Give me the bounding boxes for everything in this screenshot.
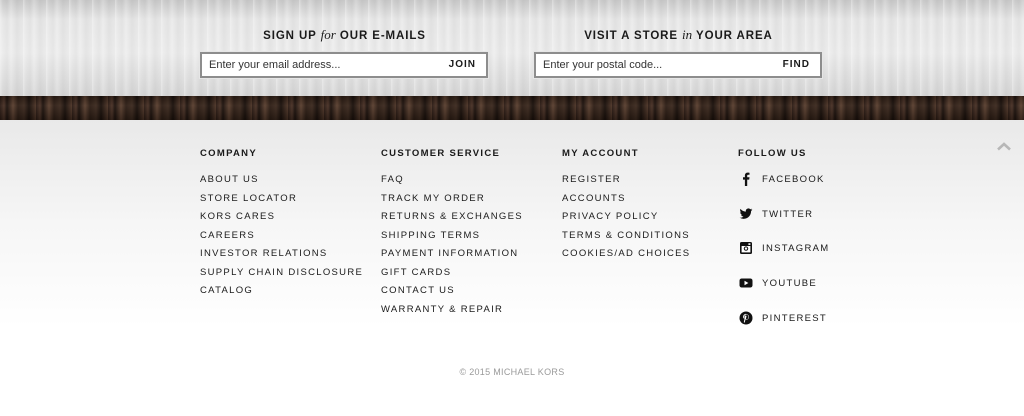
customer-service-column: CUSTOMER SERVICE FAQ TRACK MY ORDER RETU… (381, 149, 523, 323)
footer-link-register[interactable]: REGISTER (562, 175, 690, 194)
email-signup: SIGN UP for OUR E-MAILS JOIN (200, 27, 489, 78)
find-button[interactable]: FIND (773, 54, 820, 76)
join-button[interactable]: JOIN (439, 54, 486, 76)
twitter-icon (739, 207, 753, 221)
footer-link-returns[interactable]: RETURNS & EXCHANGES (381, 212, 523, 231)
footer-link-track-order[interactable]: TRACK MY ORDER (381, 193, 523, 213)
follow-us-heading: FOLLOW US (738, 148, 807, 159)
my-account-heading: MY ACCOUNT (562, 148, 639, 159)
footer: COMPANY ABOUT US STORE LOCATOR KORS CARE… (0, 120, 1024, 416)
postal-code-field[interactable] (536, 54, 766, 76)
youtube-label: YOUTUBE (762, 278, 818, 290)
footer-link-kors-cares[interactable]: KORS CARES (200, 212, 363, 231)
footer-link-contact-us[interactable]: CONTACT US (381, 286, 523, 305)
instagram-icon (739, 241, 753, 255)
footer-link-investor-relations[interactable]: INVESTOR RELATIONS (200, 249, 363, 268)
footer-link-accounts[interactable]: ACCOUNTS (562, 193, 690, 213)
twitter-label: TWITTER (762, 208, 814, 220)
store-finder: VISIT A STORE in YOUR AREA FIND (534, 27, 823, 78)
youtube-icon (739, 276, 753, 290)
footer-link-careers[interactable]: CAREERS (200, 230, 363, 250)
social-link-pinterest[interactable]: PINTEREST (738, 311, 829, 348)
social-link-twitter[interactable]: TWITTER (738, 207, 829, 244)
email-field-wrapper: JOIN (200, 52, 488, 78)
footer-link-payment-info[interactable]: PAYMENT INFORMATION (381, 249, 523, 268)
social-link-instagram[interactable]: INSTAGRAM (738, 241, 830, 278)
footer-link-supply-chain[interactable]: SUPPLY CHAIN DISCLOSURE (200, 267, 363, 287)
follow-us-column: FOLLOW US FACEBOOK TWITTER INSTAGRAM YOU… (738, 149, 829, 347)
footer-link-faq[interactable]: FAQ (381, 175, 523, 194)
facebook-label: FACEBOOK (762, 174, 825, 185)
footer-link-gift-cards[interactable]: GIFT CARDS (381, 267, 523, 287)
postal-code-field-wrapper: FIND (534, 52, 822, 78)
wood-divider (0, 96, 1024, 120)
footer-link-catalog[interactable]: CATALOG (200, 286, 363, 305)
copyright: © 2015 MICHAEL KORS (459, 367, 565, 377)
company-heading: COMPANY (200, 148, 257, 159)
customer-service-heading: CUSTOMER SERVICE (381, 148, 501, 159)
email-signup-title: SIGN UP for OUR E-MAILS (263, 27, 426, 43)
email-field[interactable] (202, 54, 432, 76)
footer-link-cookies[interactable]: COOKIES/AD CHOICES (562, 249, 690, 268)
footer-link-about-us[interactable]: ABOUT US (200, 175, 363, 194)
footer-link-shipping-terms[interactable]: SHIPPING TERMS (381, 230, 523, 250)
facebook-icon (739, 172, 753, 186)
pinterest-icon (739, 311, 753, 325)
chevron-up-icon[interactable] (996, 138, 1012, 151)
footer-link-warranty[interactable]: WARRANTY & REPAIR (381, 304, 523, 324)
my-account-column: MY ACCOUNT REGISTER ACCOUNTS PRIVACY POL… (562, 149, 690, 268)
footer-link-terms[interactable]: TERMS & CONDITIONS (562, 230, 690, 250)
store-finder-title: VISIT A STORE in YOUR AREA (584, 27, 773, 43)
social-link-facebook[interactable]: FACEBOOK (738, 172, 829, 209)
social-link-youtube[interactable]: YOUTUBE (738, 278, 829, 313)
pinterest-label: PINTEREST (762, 312, 828, 324)
signup-band: SIGN UP for OUR E-MAILS JOIN VISIT A STO… (0, 0, 1024, 96)
instagram-label: INSTAGRAM (762, 243, 830, 255)
company-column: COMPANY ABOUT US STORE LOCATOR KORS CARE… (200, 149, 363, 305)
footer-link-store-locator[interactable]: STORE LOCATOR (200, 193, 363, 213)
footer-link-privacy-policy[interactable]: PRIVACY POLICY (562, 212, 690, 231)
